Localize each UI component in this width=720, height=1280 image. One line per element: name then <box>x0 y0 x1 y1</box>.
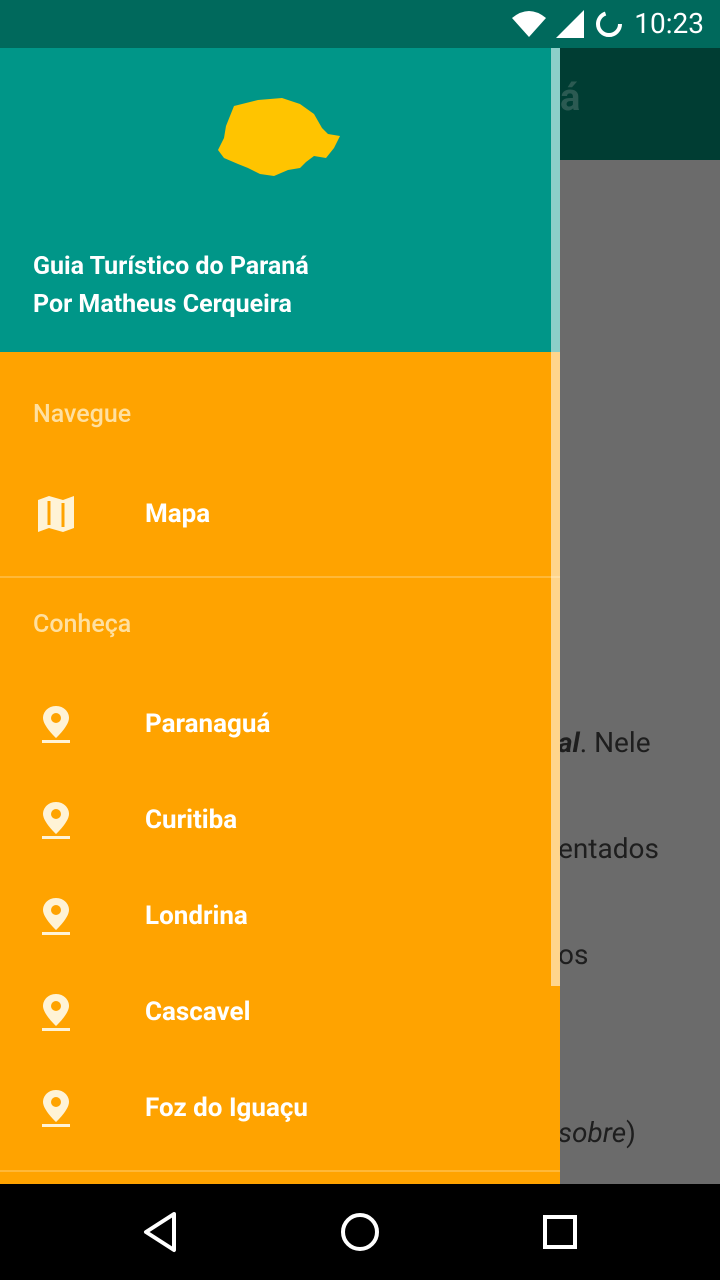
drawer-header: Guia Turístico do Paraná Por Matheus Cer… <box>0 48 560 352</box>
back-icon[interactable] <box>136 1208 184 1256</box>
place-icon <box>42 898 70 935</box>
map-icon <box>38 496 74 532</box>
menu-item-curitiba[interactable]: Curitiba <box>0 772 560 868</box>
menu-item-label: Cascavel <box>145 997 251 1027</box>
menu-item-mapa[interactable]: Mapa <box>0 466 560 562</box>
content-line: entados <box>558 832 659 865</box>
toolbar-title: á <box>560 76 581 120</box>
cell-signal-icon <box>556 10 584 38</box>
divider <box>0 1170 560 1172</box>
menu-item-paranagua[interactable]: Paranaguá <box>0 676 560 772</box>
status-bar: 10:23 <box>0 0 720 48</box>
content-line: sobre) <box>558 1116 636 1149</box>
parana-map-logo <box>218 98 340 176</box>
drawer-header-text: Guia Turístico do Paraná Por Matheus Cer… <box>33 248 309 324</box>
menu-item-label: Curitiba <box>145 805 238 835</box>
battery-charging-icon <box>596 11 622 37</box>
drawer-scrollbar[interactable] <box>551 48 560 986</box>
menu-item-londrina[interactable]: Londrina <box>0 868 560 964</box>
menu-item-label: Mapa <box>145 499 211 529</box>
content-line: al. Nele <box>558 726 651 759</box>
recents-icon[interactable] <box>536 1208 584 1256</box>
menu-item-cascavel[interactable]: Cascavel <box>0 964 560 1060</box>
place-icon <box>42 1090 70 1127</box>
menu-item-foz-do-iguacu[interactable]: Foz do Iguaçu <box>0 1060 560 1156</box>
menu-item-label: Londrina <box>145 901 248 931</box>
content-line: os <box>558 938 589 971</box>
home-icon[interactable] <box>336 1208 384 1256</box>
place-icon <box>42 706 70 743</box>
wifi-icon <box>512 11 546 37</box>
app-author: Por Matheus Cerqueira <box>33 290 292 319</box>
app-title: Guia Turístico do Paraná <box>33 252 309 281</box>
status-time: 10:23 <box>634 7 704 40</box>
place-icon <box>42 994 70 1031</box>
status-icons <box>512 8 624 40</box>
place-icon <box>42 802 70 839</box>
divider <box>0 576 560 578</box>
system-navigation-bar <box>0 1184 720 1280</box>
section-header-conheca: Conheça <box>33 610 132 639</box>
menu-item-label: Foz do Iguaçu <box>145 1093 308 1123</box>
section-header-navegue: Navegue <box>33 400 132 429</box>
menu-item-label: Paranaguá <box>145 709 271 739</box>
navigation-drawer[interactable]: Guia Turístico do Paraná Por Matheus Cer… <box>0 48 560 1184</box>
